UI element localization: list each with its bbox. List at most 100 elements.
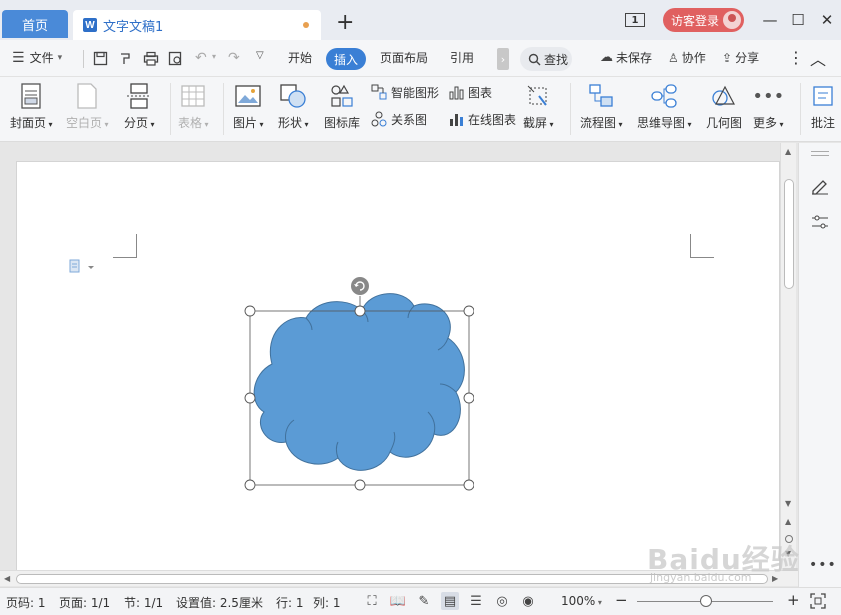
vertical-scrollbar[interactable]: ▲ ▼ ▲ ▼ (780, 143, 796, 573)
table-icon (178, 81, 208, 111)
tab-start[interactable]: 开始 (288, 49, 312, 66)
annotate-button[interactable]: 批注 (808, 81, 838, 131)
relation-chart-button[interactable]: 关系图 (370, 110, 427, 128)
flowchart-label: 流程图 (580, 116, 617, 130)
picture-label: 图片 (233, 116, 258, 130)
scroll-left-icon[interactable]: ◀ (4, 574, 10, 583)
geometry-button[interactable]: 几何图 (706, 81, 742, 131)
tab-insert[interactable]: 插入 (326, 48, 366, 70)
page-break-icon (124, 81, 154, 111)
more-insert-button[interactable]: ••• 更多 ▾ (752, 81, 785, 131)
format-painter-icon[interactable] (118, 51, 133, 66)
more-tabs-icon[interactable]: › (497, 48, 509, 70)
more-dots-icon: ••• (752, 85, 785, 107)
share-button[interactable]: ⇪ 分享 (722, 49, 759, 66)
cover-page-button[interactable]: 封面页 ▾ (10, 81, 53, 131)
eye-protect-icon[interactable]: ◉ (519, 592, 537, 610)
unsaved-cloud-button[interactable]: ☁ 未保存 (600, 49, 652, 66)
outline-view-icon[interactable]: ☰ (467, 592, 485, 610)
page-view-icon[interactable]: ▤ (441, 592, 459, 610)
write-mode-icon[interactable]: ✎ (415, 592, 433, 610)
picture-button[interactable]: 图片 ▾ (233, 81, 264, 131)
file-menu[interactable]: ☰ 文件 ▾ (12, 49, 62, 66)
zoom-level-value: 100% (561, 594, 596, 608)
zoom-slider-knob[interactable] (700, 595, 712, 607)
page-count[interactable]: 页面: 1/1 (59, 594, 110, 611)
page-break-button[interactable]: 分页 ▾ (124, 81, 155, 131)
resize-handle[interactable] (244, 479, 256, 491)
new-tab-button[interactable]: + (336, 12, 354, 34)
cloud-shape[interactable] (244, 274, 474, 492)
settings-sliders-icon[interactable] (810, 213, 830, 231)
panel-grip (811, 155, 829, 156)
tab-home[interactable]: 首页 (2, 10, 68, 38)
maximize-button[interactable]: ☐ (788, 10, 808, 30)
more-options-icon[interactable]: ⋮ (788, 48, 804, 67)
annotate-label: 批注 (810, 116, 835, 130)
visitor-login-button[interactable]: 访客登录 (663, 8, 744, 32)
prev-page-icon[interactable]: ▲ (785, 517, 791, 526)
page-break-label: 分页 (124, 116, 149, 130)
more-panel-icon[interactable]: ••• (809, 557, 837, 573)
flowchart-button[interactable]: 流程图 ▾ (580, 81, 623, 131)
screenshot-button[interactable]: 截屏 ▾ (523, 81, 554, 131)
scroll-down-icon[interactable]: ▼ (785, 499, 791, 508)
section-count[interactable]: 节: 1/1 (124, 594, 163, 611)
online-chart-label: 在线图表 (468, 112, 517, 127)
window-count-badge[interactable]: 1 (625, 13, 645, 27)
vertical-scroll-thumb[interactable] (784, 179, 794, 289)
resize-handle[interactable] (463, 392, 474, 404)
tab-reference[interactable]: 引用 (450, 49, 474, 66)
search-button[interactable]: 查找 (520, 47, 572, 71)
chevron-down-icon: ▾ (57, 52, 63, 63)
resize-handle[interactable] (244, 305, 256, 317)
fit-page-icon[interactable] (810, 593, 826, 609)
chevron-down-icon: ▾ (212, 52, 217, 61)
smart-shape-button[interactable]: 智能图形 (370, 83, 439, 101)
icon-library-button[interactable]: 图标库 (324, 81, 360, 131)
page-number[interactable]: 页码: 1 (6, 594, 46, 611)
mindmap-button[interactable]: 思维导图 ▾ (637, 81, 692, 131)
collapse-ribbon-icon[interactable]: ︿ (810, 46, 826, 70)
minimize-button[interactable]: — (760, 10, 780, 30)
close-button[interactable]: ✕ (817, 10, 837, 30)
chart-label: 图表 (468, 85, 493, 100)
tab-page-layout[interactable]: 页面布局 (380, 49, 428, 66)
setting-value[interactable]: 设置值: 2.5厘米 (176, 594, 263, 611)
chart-button[interactable]: 图表 (447, 83, 492, 101)
paste-options-icon[interactable] (69, 258, 95, 274)
rotate-handle-icon[interactable] (351, 277, 369, 295)
print-preview-icon[interactable] (168, 51, 184, 66)
divider (800, 83, 801, 135)
cloud-shape-fill[interactable] (253, 293, 465, 471)
document-page[interactable] (16, 161, 780, 581)
resize-handle[interactable] (244, 392, 256, 404)
resize-handle[interactable] (463, 305, 474, 317)
zoom-out-button[interactable]: − (615, 591, 628, 609)
print-icon[interactable] (143, 51, 159, 66)
edit-pen-icon[interactable] (810, 177, 830, 195)
divider (223, 83, 224, 135)
blank-page-button[interactable]: 空白页 ▾ (66, 81, 109, 131)
scroll-up-icon[interactable]: ▲ (785, 147, 791, 156)
resize-handle[interactable] (463, 479, 474, 491)
redo-icon[interactable]: ↷ (228, 50, 240, 66)
shape-button[interactable]: 形状 ▾ (278, 81, 309, 131)
zoom-level[interactable]: 100% ▾ (561, 594, 602, 608)
online-chart-button[interactable]: 在线图表 (447, 110, 516, 128)
web-view-icon[interactable]: ◎ (493, 592, 511, 610)
tab-document[interactable]: W 文字文稿1 (73, 10, 321, 40)
icon-library-label: 图标库 (324, 116, 361, 130)
quick-access-dropdown-icon[interactable]: ▽ (256, 50, 264, 61)
ribbon-insert: 封面页 ▾ 空白页 ▾ 分页 ▾ 表格 ▾ 图片 ▾ 形状 ▾ 图标库 智能图形… (0, 77, 841, 142)
read-mode-icon[interactable]: 📖 (389, 592, 407, 610)
save-icon[interactable] (93, 51, 108, 66)
resize-handle[interactable] (354, 305, 366, 317)
undo-icon[interactable]: ↶ (195, 50, 207, 66)
fullscreen-icon[interactable]: ⛶ (363, 592, 381, 610)
collaborate-button[interactable]: ♙ 协作 (668, 49, 706, 66)
mindmap-icon (649, 81, 679, 111)
resize-handle[interactable] (354, 479, 366, 491)
zoom-in-button[interactable]: + (787, 591, 800, 609)
table-button[interactable]: 表格 ▾ (178, 81, 209, 131)
